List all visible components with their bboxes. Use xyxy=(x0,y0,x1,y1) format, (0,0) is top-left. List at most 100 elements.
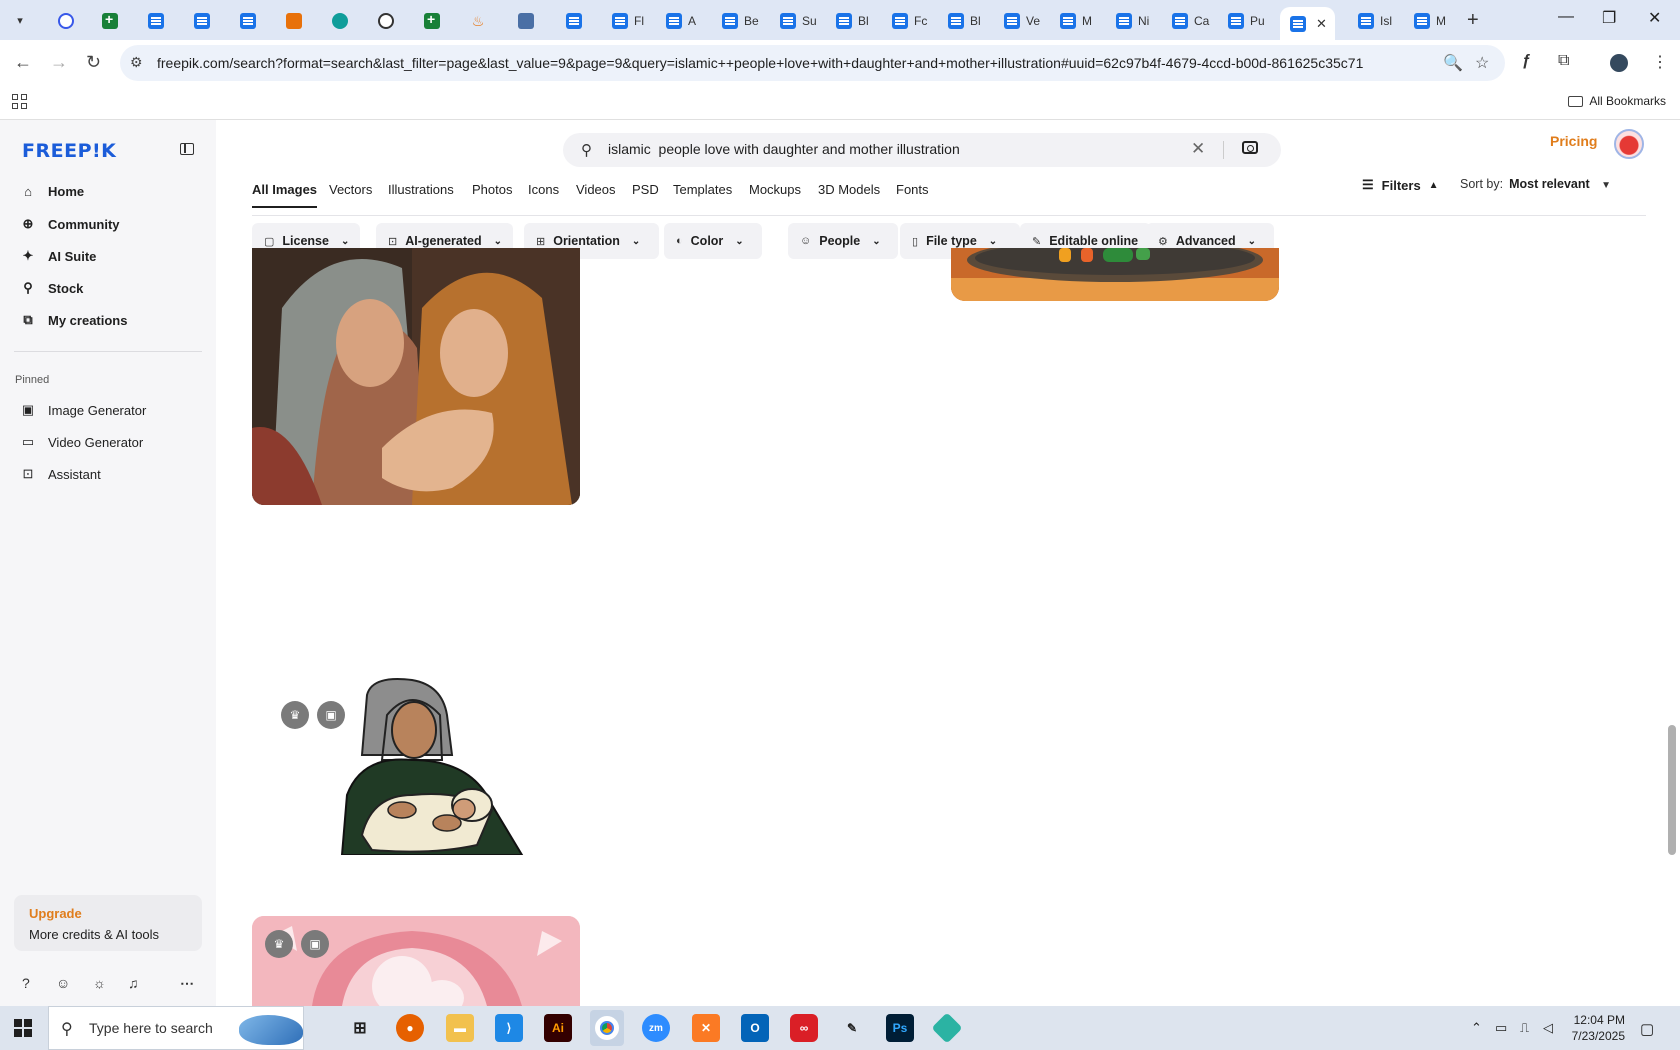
search-bar[interactable]: ⚲ ✕ xyxy=(563,133,1281,167)
browser-tab[interactable] xyxy=(556,7,582,34)
browser-tab[interactable] xyxy=(414,7,440,34)
result-image[interactable]: ♛ ▣ xyxy=(252,565,580,855)
browser-tab[interactable]: Be xyxy=(712,7,762,34)
sidebar-item-video-generator[interactable]: ▭ Video Generator xyxy=(20,434,143,450)
taskbar-clock[interactable]: 12:04 PM 7/23/2025 xyxy=(1555,1012,1625,1044)
windows-start-icon[interactable] xyxy=(14,1019,32,1037)
extensions-puzzle-icon[interactable]: ⧉ xyxy=(1558,52,1569,70)
filter-chip-people[interactable]: ☺ People ⌄ xyxy=(788,223,898,259)
pen-tool-icon[interactable]: ✎ xyxy=(838,1014,866,1042)
theme-sun-icon[interactable]: ☼ xyxy=(93,975,106,991)
chrome-icon[interactable] xyxy=(590,1010,624,1046)
profile-avatar[interactable] xyxy=(1610,54,1628,72)
search-input[interactable] xyxy=(608,141,1168,157)
tab-vectors[interactable]: Vectors xyxy=(329,182,372,197)
tab-fonts[interactable]: Fonts xyxy=(896,182,929,197)
all-bookmarks-button[interactable]: All Bookmarks xyxy=(1568,94,1666,108)
file-explorer-icon[interactable]: ▬ xyxy=(446,1014,474,1042)
browser-tab[interactable]: ♨ xyxy=(460,7,486,34)
tab-mockups[interactable]: Mockups xyxy=(749,182,801,197)
browser-tab[interactable]: Isl xyxy=(1348,7,1398,34)
vscode-icon[interactable]: ⟩ xyxy=(495,1014,523,1042)
collapse-sidebar-icon[interactable] xyxy=(180,143,194,155)
sidebar-item-community[interactable]: ⊕ Community xyxy=(20,216,120,232)
illustrator-icon[interactable]: Ai xyxy=(544,1014,572,1042)
browser-tab[interactable] xyxy=(322,7,348,34)
zoom-icon[interactable]: 🔍 xyxy=(1443,53,1463,73)
tab-all-images[interactable]: All Images xyxy=(252,182,318,208)
tab-search-chevron-icon[interactable]: ▾ xyxy=(8,8,32,32)
tab-illustrations[interactable]: Illustrations xyxy=(388,182,454,197)
sidebar-item-home[interactable]: ⌂ Home xyxy=(20,184,84,199)
close-window-icon[interactable]: ✕ xyxy=(1648,8,1661,28)
sidebar-item-stock[interactable]: ⚲ Stock xyxy=(20,280,83,296)
result-image[interactable] xyxy=(252,248,580,505)
browser-tab[interactable]: Pu xyxy=(1218,7,1268,34)
reload-icon[interactable]: ↻ xyxy=(86,52,101,73)
apps-grid-icon[interactable] xyxy=(12,94,28,110)
sidebar-item-ai-suite[interactable]: ✦ AI Suite xyxy=(20,248,97,264)
browser-tab[interactable] xyxy=(230,7,256,34)
browser-tab[interactable]: A xyxy=(656,7,706,34)
tab-3d-models[interactable]: 3D Models xyxy=(818,182,880,197)
result-image[interactable]: ♛ ▣ xyxy=(252,916,580,1006)
user-avatar[interactable] xyxy=(1614,129,1644,159)
bookmark-star-icon[interactable]: ☆ xyxy=(1475,53,1489,73)
browser-tab[interactable] xyxy=(48,7,74,34)
site-info-icon[interactable]: ⚙ xyxy=(130,54,143,71)
outlook-icon[interactable]: O xyxy=(741,1014,769,1042)
browser-tab[interactable]: Bl xyxy=(826,7,876,34)
new-tab-button[interactable]: + xyxy=(1467,9,1479,32)
browser-tab[interactable]: Bl xyxy=(938,7,988,34)
notification-center-icon[interactable]: ▢ xyxy=(1640,1020,1654,1038)
browser-tab[interactable]: Ve xyxy=(994,7,1044,34)
close-tab-icon[interactable]: ✕ xyxy=(1316,16,1327,32)
network-icon[interactable]: ⎍ xyxy=(1520,1020,1529,1036)
browser-tab[interactable] xyxy=(184,7,210,34)
more-icon[interactable]: ⋯ xyxy=(180,975,194,992)
sidebar-item-image-generator[interactable]: ▣ Image Generator xyxy=(20,402,146,418)
clear-search-icon[interactable]: ✕ xyxy=(1191,139,1205,159)
sidebar-item-my-creations[interactable]: ⧉ My creations xyxy=(20,312,127,328)
help-icon[interactable]: ? xyxy=(22,975,30,991)
zoom-app-icon[interactable]: zm xyxy=(642,1014,670,1042)
task-view-icon[interactable]: ⊞ xyxy=(346,1014,374,1042)
browser-tab[interactable]: Fl xyxy=(602,7,652,34)
volume-icon[interactable]: ◁ xyxy=(1543,1020,1553,1036)
firefox-icon[interactable]: ● xyxy=(396,1014,424,1042)
minimize-icon[interactable]: — xyxy=(1558,8,1574,26)
url-text[interactable]: freepik.com/search?format=search&last_fi… xyxy=(157,55,1363,71)
xampp-icon[interactable]: ✕ xyxy=(692,1014,720,1042)
browser-tab[interactable] xyxy=(138,7,164,34)
menu-kebab-icon[interactable]: ⋮ xyxy=(1652,52,1668,72)
sort-dropdown[interactable]: Sort by: Most relevant ▼ xyxy=(1460,177,1611,191)
camera-search-icon[interactable] xyxy=(1242,141,1258,154)
back-icon[interactable]: ← xyxy=(14,52,32,73)
address-bar[interactable]: ⚙ freepik.com/search?format=search&last_… xyxy=(120,45,1505,81)
upgrade-card[interactable]: Upgrade More credits & AI tools xyxy=(14,895,202,951)
browser-tab[interactable]: Fc xyxy=(882,7,932,34)
freepik-logo[interactable]: FREEP!K xyxy=(22,140,116,162)
app-diamond-icon[interactable] xyxy=(931,1012,963,1044)
browser-tab[interactable]: Ni xyxy=(1106,7,1156,34)
extension-f-icon[interactable]: ƒ xyxy=(1522,52,1531,70)
tab-templates[interactable]: Templates xyxy=(673,182,732,197)
browser-tab[interactable] xyxy=(508,7,534,34)
browser-tab[interactable] xyxy=(92,7,118,34)
browser-tab[interactable]: Ca xyxy=(1162,7,1212,34)
creative-cloud-icon[interactable]: ∞ xyxy=(790,1014,818,1042)
result-image[interactable] xyxy=(951,248,1279,301)
filter-chip-color[interactable]: ◐ Color ⌄ xyxy=(664,223,762,259)
browser-tab[interactable]: ✕ xyxy=(1280,7,1335,40)
notifications-bell-icon[interactable]: ♫ xyxy=(128,975,139,991)
browser-tab[interactable] xyxy=(368,7,394,34)
tray-device-icon[interactable]: ▭ xyxy=(1495,1020,1507,1036)
sidebar-item-assistant[interactable]: ⊡ Assistant xyxy=(20,466,101,482)
scrollbar-thumb[interactable] xyxy=(1668,725,1676,855)
tab-psd[interactable]: PSD xyxy=(632,182,659,197)
browser-tab[interactable] xyxy=(276,7,302,34)
browser-tab[interactable]: M xyxy=(1050,7,1100,34)
page-scrollbar[interactable] xyxy=(1664,120,1680,1006)
discord-icon[interactable]: ☺ xyxy=(56,975,70,991)
browser-tab[interactable]: Su xyxy=(770,7,820,34)
